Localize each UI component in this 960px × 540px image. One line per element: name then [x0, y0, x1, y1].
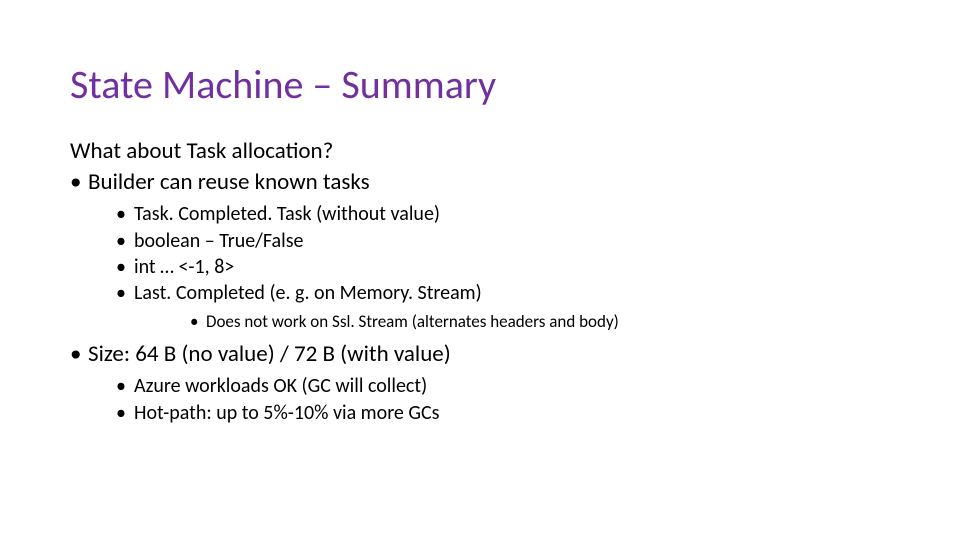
bullet-text: int … <-1, 8>: [134, 255, 234, 279]
sub-list: Task. Completed. Task (without value) bo…: [88, 201, 890, 334]
list-item: Does not work on Ssl. Stream (alternates…: [190, 311, 890, 334]
list-item: Hot-path: up to 5%-10% via more GCs: [116, 400, 890, 426]
list-item: Azure workloads OK (GC will collect): [116, 373, 890, 399]
bullet-text: Last. Completed (e. g. on Memory. Stream…: [134, 281, 482, 305]
bullet-text: Size: 64 B (no value) / 72 B (with value…: [88, 340, 451, 368]
sub-list: Azure workloads OK (GC will collect) Hot…: [88, 373, 890, 426]
bullet-list: Builder can reuse known tasks Task. Comp…: [70, 168, 890, 426]
bullet-text: Hot-path: up to 5%-10% via more GCs: [134, 401, 440, 425]
bullet-text: Does not work on Ssl. Stream (alternates…: [206, 311, 619, 332]
list-item: Task. Completed. Task (without value): [116, 201, 890, 227]
bullet-text: Builder can reuse known tasks: [88, 168, 370, 196]
sub-sub-list: Does not work on Ssl. Stream (alternates…: [134, 311, 890, 334]
list-item: Builder can reuse known tasks Task. Comp…: [70, 168, 890, 334]
slide-title: State Machine – Summary: [70, 60, 890, 109]
lead-text: What about Task allocation?: [70, 137, 890, 166]
bullet-text: Task. Completed. Task (without value): [134, 202, 440, 226]
bullet-text: Azure workloads OK (GC will collect): [134, 374, 427, 398]
list-item: int … <-1, 8>: [116, 254, 890, 280]
bullet-text: boolean – True/False: [134, 229, 304, 253]
list-item: Size: 64 B (no value) / 72 B (with value…: [70, 340, 890, 426]
list-item: Last. Completed (e. g. on Memory. Stream…: [116, 280, 890, 333]
list-item: boolean – True/False: [116, 228, 890, 254]
slide: State Machine – Summary What about Task …: [0, 0, 960, 540]
